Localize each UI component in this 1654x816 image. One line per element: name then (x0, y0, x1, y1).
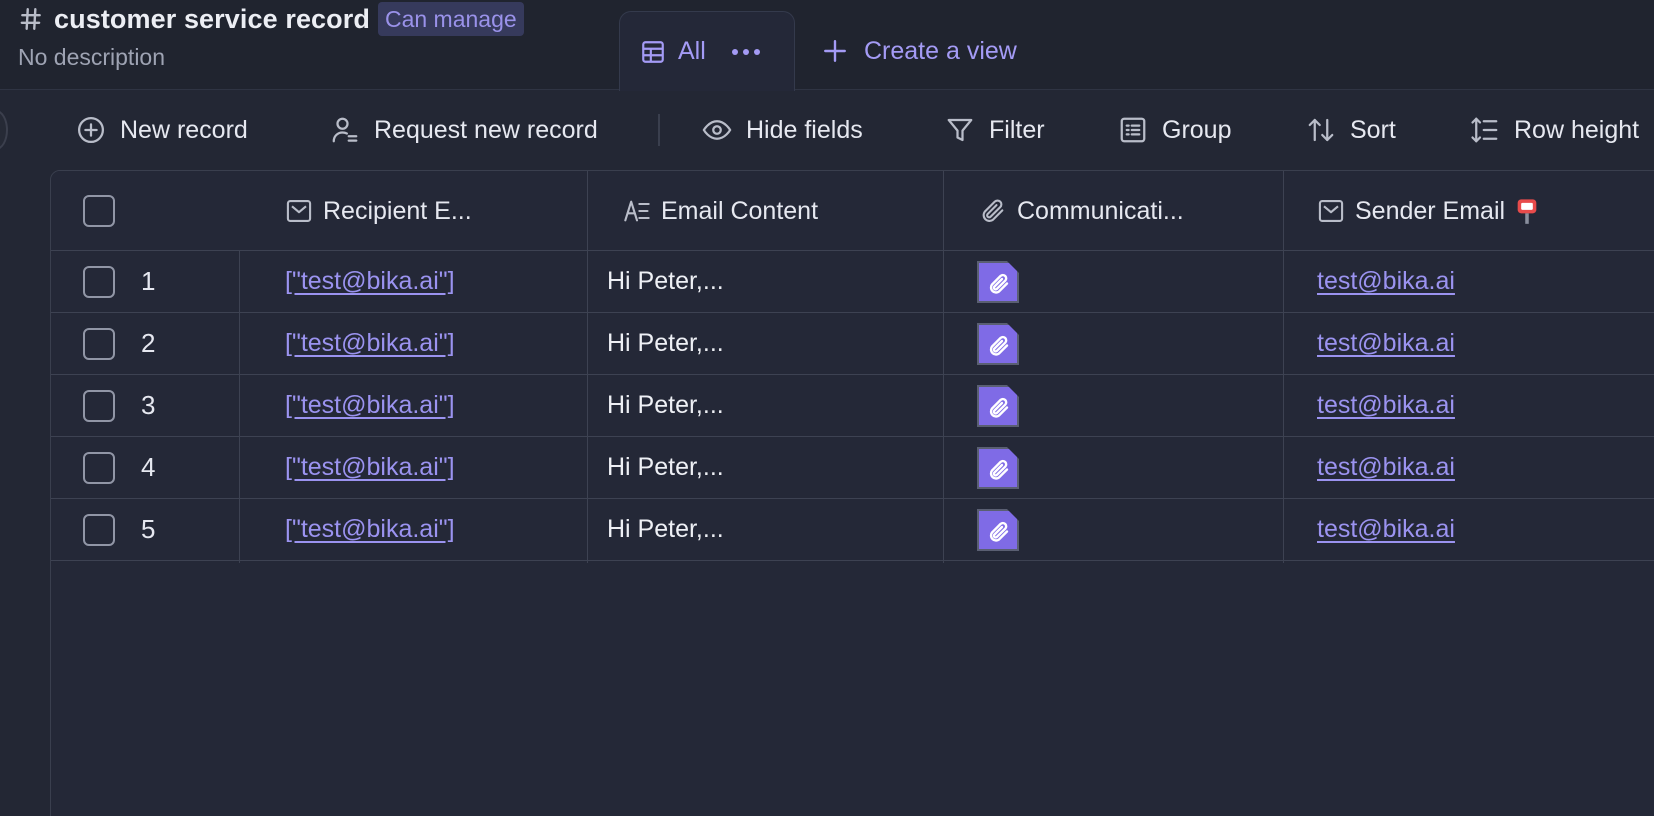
filter-button[interactable]: Filter (945, 110, 1045, 150)
column-label: Communicati... (1017, 196, 1184, 225)
title-row: customer service record Can manage (18, 2, 524, 36)
tab-all[interactable]: All (619, 11, 795, 91)
toolbar: New record Request new record Hide field… (0, 100, 1654, 160)
user-request-icon (332, 117, 358, 143)
attachment-file-icon[interactable] (977, 260, 1019, 303)
page-description[interactable]: No description (18, 44, 165, 71)
column-label: Email Content (661, 196, 819, 225)
sort-button[interactable]: Sort (1306, 110, 1396, 150)
row-number: 2 (141, 328, 156, 358)
create-view-button[interactable]: Create a view (822, 33, 1017, 69)
hash-icon (20, 8, 41, 30)
attachment-file-icon[interactable] (977, 322, 1019, 365)
recipient-email-link[interactable]: ["test@bika.ai"] (285, 267, 455, 296)
records-grid: Recipient E... Email Content Communicati… (50, 170, 1654, 816)
column-label: Sender Email (1355, 196, 1506, 225)
column-header-communication[interactable]: Communicati... (979, 171, 1184, 251)
attachment-icon (982, 199, 1004, 222)
row-height-button[interactable]: Row height (1470, 110, 1639, 150)
row-checkbox[interactable] (83, 265, 115, 298)
recipient-email-link[interactable]: ["test@bika.ai"] (285, 515, 455, 544)
view-header: customer service record Can manage No de… (0, 0, 1654, 91)
select-all[interactable] (83, 171, 115, 251)
attachment-file-icon[interactable] (977, 446, 1019, 489)
row-checkbox[interactable] (83, 327, 115, 360)
request-new-record-button[interactable]: Request new record (330, 110, 598, 150)
sort-label: Sort (1350, 115, 1396, 144)
permission-badge: Can manage (377, 2, 524, 36)
grid-view-icon (642, 40, 664, 63)
attachment-file-icon[interactable] (977, 384, 1019, 427)
recipient-email-link[interactable]: ["test@bika.ai"] (285, 329, 455, 358)
hide-fields-button[interactable]: Hide fields (702, 110, 863, 150)
add-circle-icon (78, 117, 104, 143)
sender-email-link[interactable]: test@bika.ai (1317, 515, 1455, 544)
row-number: 4 (141, 452, 156, 482)
more-icon[interactable] (730, 47, 762, 57)
row-number: 3 (141, 390, 156, 420)
group-icon (1120, 117, 1146, 143)
mailbox-emoji-icon (1517, 199, 1537, 224)
row-height-icon (1471, 117, 1498, 143)
table-row[interactable]: 1 ["test@bika.ai"] Hi Peter,... test@bik… (51, 251, 1654, 313)
row-number: 5 (141, 514, 156, 544)
sender-email-link[interactable]: test@bika.ai (1317, 453, 1455, 482)
sender-email-link[interactable]: test@bika.ai (1317, 267, 1455, 296)
new-record-button[interactable]: New record (76, 110, 248, 150)
page-title: customer service record (54, 3, 370, 34)
plus-icon (824, 40, 846, 62)
email-field-icon (1318, 200, 1344, 222)
tab-label: All (678, 37, 706, 65)
row-number: 1 (141, 266, 156, 296)
table-row[interactable]: 2 ["test@bika.ai"] Hi Peter,... test@bik… (51, 313, 1654, 375)
toolbar-divider (658, 114, 660, 146)
select-all-checkbox[interactable] (83, 195, 115, 227)
email-field-icon (286, 200, 312, 222)
column-header-recipient[interactable]: Recipient E... (285, 171, 472, 251)
row-checkbox[interactable] (83, 513, 115, 546)
filter-label: Filter (989, 115, 1045, 144)
attachment-file-icon[interactable] (977, 508, 1019, 551)
sender-email-link[interactable]: test@bika.ai (1317, 329, 1455, 358)
table-row[interactable]: 3 ["test@bika.ai"] Hi Peter,... test@bik… (51, 375, 1654, 437)
column-header-email-content[interactable]: Email Content (623, 171, 818, 251)
email-content-cell[interactable]: Hi Peter,... (607, 251, 724, 312)
sender-email-link[interactable]: test@bika.ai (1317, 391, 1455, 420)
table-row[interactable]: 4 ["test@bika.ai"] Hi Peter,... test@bik… (51, 437, 1654, 499)
filter-icon (947, 118, 973, 142)
group-button[interactable]: Group (1118, 110, 1231, 150)
row-height-label: Row height (1514, 115, 1640, 144)
new-record-label: New record (120, 115, 248, 144)
sort-icon (1308, 118, 1334, 142)
row-checkbox[interactable] (83, 451, 115, 484)
hide-fields-label: Hide fields (746, 115, 863, 144)
row-checkbox[interactable] (83, 389, 115, 422)
recipient-email-link[interactable]: ["test@bika.ai"] (285, 391, 455, 420)
column-label: Recipient E... (323, 196, 472, 225)
email-content-cell[interactable]: Hi Peter,... (607, 499, 724, 560)
table-row[interactable]: 5 ["test@bika.ai"] Hi Peter,... test@bik… (51, 499, 1654, 561)
long-text-icon (624, 200, 650, 222)
request-new-record-label: Request new record (374, 115, 598, 144)
email-content-cell[interactable]: Hi Peter,... (607, 375, 724, 436)
group-label: Group (1162, 115, 1232, 144)
column-header-sender[interactable]: Sender Email (1317, 171, 1551, 251)
email-content-cell[interactable]: Hi Peter,... (607, 313, 724, 374)
recipient-email-link[interactable]: ["test@bika.ai"] (285, 453, 455, 482)
sidebar-toggle[interactable] (0, 110, 8, 150)
grid-header: Recipient E... Email Content Communicati… (51, 171, 1654, 251)
create-view-label: Create a view (864, 36, 1017, 65)
eye-icon (702, 120, 732, 140)
email-content-cell[interactable]: Hi Peter,... (607, 437, 724, 498)
